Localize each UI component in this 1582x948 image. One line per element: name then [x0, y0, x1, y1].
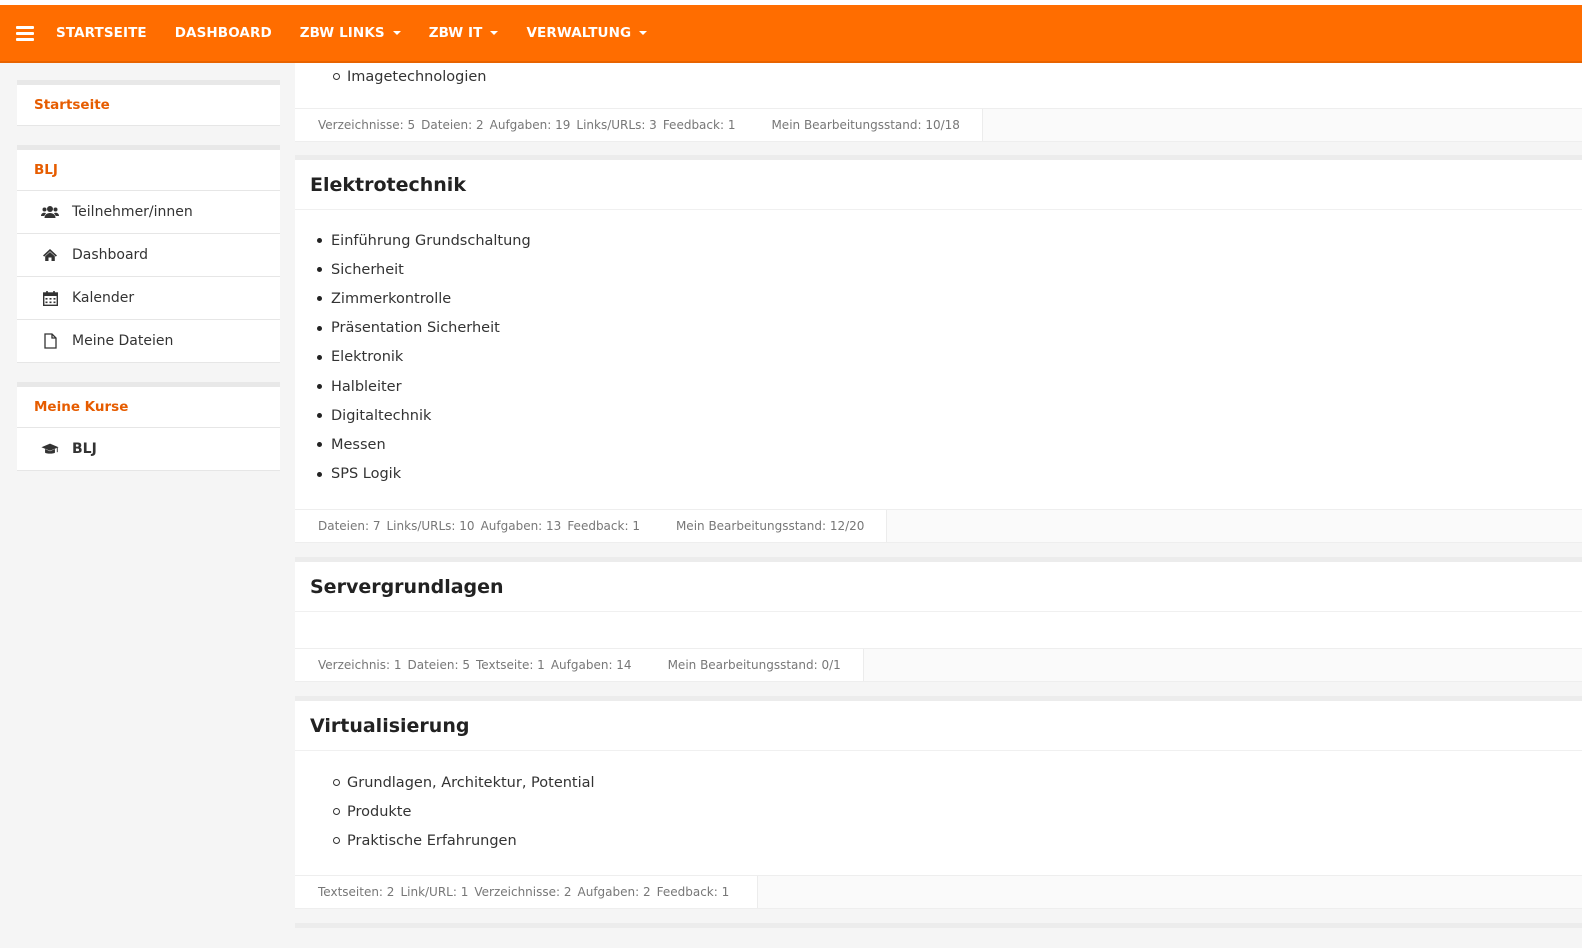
stat-item: Textseite: 1 [476, 658, 545, 672]
list-item: Digitaltechnik [317, 401, 1582, 430]
calendar-icon [41, 290, 59, 306]
section-title[interactable]: Servergrundlagen [295, 562, 1582, 612]
graduation-cap-icon [41, 441, 59, 457]
nav-label: STARTSEITE [56, 25, 147, 41]
activity-summary[interactable]: Verzeichnisse: 5 Dateien: 2 Aufgaben: 19… [295, 109, 983, 141]
caret-down-icon [639, 31, 648, 35]
nav-label: ZBW LINKS [299, 25, 385, 41]
section-item-list: Imagetechnologien [295, 63, 1582, 90]
list-item: Elektronik [317, 343, 1582, 372]
list-item: Produkte [333, 797, 1582, 826]
list-item: Sicherheit [317, 255, 1582, 284]
section-title[interactable]: Virtualisierung [295, 701, 1582, 751]
sidebar-item-dashboard[interactable]: Dashboard [17, 234, 280, 277]
list-item: Zimmerkontrolle [317, 284, 1582, 313]
sidebar-item-label: Kalender [72, 290, 135, 306]
file-icon [41, 333, 59, 349]
block-startseite: Startseite [17, 80, 280, 126]
stat-item: Link/URL: 1 [400, 885, 469, 899]
main-content: Imagetechnologien Verzeichnisse: 5 Datei… [295, 63, 1582, 948]
stat-item: Dateien: 2 [421, 118, 484, 132]
progress-status: Mein Bearbeitungsstand: 0/1 [667, 658, 841, 672]
list-item: Grundlagen, Architektur, Potential [333, 768, 1582, 797]
sidebar-item-meine-dateien[interactable]: Meine Dateien [17, 320, 280, 363]
section-summary-row: Dateien: 7 Links/URLs: 10 Aufgaben: 13 F… [295, 509, 1582, 543]
sidebar-item-label: Dashboard [72, 247, 148, 263]
nav-dashboard[interactable]: DASHBOARD [175, 25, 272, 41]
nav-verwaltung[interactable]: VERWALTUNG [526, 25, 648, 41]
sidebar-item-teilnehmer[interactable]: Teilnehmer/innen [17, 191, 280, 234]
list-item: SPS Logik [317, 460, 1582, 489]
list-item: Präsentation Sicherheit [317, 314, 1582, 343]
stat-item: Dateien: 7 [318, 519, 381, 533]
nav-label: DASHBOARD [174, 25, 272, 41]
stat-item: Aufgaben: 19 [489, 118, 571, 132]
top-navbar: STARTSEITE DASHBOARD ZBW LINKS ZBW IT VE… [0, 5, 1582, 63]
nav-label: VERWALTUNG [526, 25, 632, 41]
progress-status: Mein Bearbeitungsstand: 10/18 [771, 118, 960, 132]
sidebar-link-blj[interactable]: BLJ [17, 150, 280, 191]
section-summary-row: Verzeichnisse: 5 Dateien: 2 Aufgaben: 19… [295, 108, 1582, 142]
stat-item: Feedback: 1 [656, 885, 730, 899]
list-item: Messen [317, 430, 1582, 459]
hamburger-menu-icon[interactable] [16, 25, 34, 41]
list-item: Imagetechnologien [333, 63, 1582, 90]
section-divider [295, 923, 1582, 928]
stat-item: Aufgaben: 2 [577, 885, 651, 899]
sidebar-item-label: BLJ [72, 441, 97, 457]
stat-item: Aufgaben: 13 [480, 519, 562, 533]
progress-status: Mein Bearbeitungsstand: 12/20 [675, 519, 865, 533]
stat-item: Links/URLs: 3 [576, 118, 657, 132]
activity-summary[interactable]: Verzeichnis: 1 Dateien: 5 Textseite: 1 A… [295, 649, 864, 681]
stat-item: Dateien: 5 [407, 658, 471, 672]
block-meine-kurse: Meine Kurse BLJ [17, 382, 280, 471]
section-item-list: Grundlagen, Architektur, Potential Produ… [295, 751, 1582, 855]
stat-item: Feedback: 1 [567, 519, 640, 533]
sidebar-item-label: Teilnehmer/innen [72, 204, 193, 220]
section-summary-row: Textseiten: 2 Link/URL: 1 Verzeichnisse:… [295, 875, 1582, 909]
nav-label: ZBW IT [428, 25, 483, 41]
list-item: Praktische Erfahrungen [333, 826, 1582, 855]
caret-down-icon [490, 31, 499, 35]
section-item-list: Einführung Grundschaltung Sicherheit Zim… [295, 210, 1582, 489]
sidebar-item-course-blj[interactable]: BLJ [17, 428, 280, 471]
sidebar-item-kalender[interactable]: Kalender [17, 277, 280, 320]
stat-item: Aufgaben: 14 [550, 658, 632, 672]
home-icon [41, 247, 59, 263]
users-icon [41, 204, 59, 220]
stat-item: Verzeichnis: 1 [318, 658, 402, 672]
sidebar: Startseite BLJ Teilnehmer/innen Dashboar… [17, 80, 280, 490]
activity-summary[interactable]: Textseiten: 2 Link/URL: 1 Verzeichnisse:… [295, 876, 759, 908]
block-blj: BLJ Teilnehmer/innen Dashboard Kalender … [17, 145, 280, 363]
sidebar-link-meine-kurse[interactable]: Meine Kurse [17, 387, 280, 428]
sidebar-link-startseite[interactable]: Startseite [17, 85, 280, 126]
caret-down-icon [392, 31, 401, 35]
nav-zbw-it[interactable]: ZBW IT [429, 25, 499, 41]
section-elektrotechnik: Elektrotechnik Einführung Grundschaltung… [295, 155, 1582, 542]
stat-item: Links/URLs: 10 [386, 519, 475, 533]
sidebar-item-label: Meine Dateien [72, 333, 174, 349]
nav-startseite[interactable]: STARTSEITE [56, 25, 147, 41]
section-title[interactable]: Elektrotechnik [295, 160, 1582, 210]
stat-item: Feedback: 1 [662, 118, 736, 132]
list-item: Einführung Grundschaltung [317, 226, 1582, 255]
stat-item: Verzeichnisse: 2 [474, 885, 572, 899]
stat-item: Textseiten: 2 [318, 885, 395, 899]
list-item: Halbleiter [317, 372, 1582, 401]
stat-item: Verzeichnisse: 5 [318, 118, 416, 132]
activity-summary[interactable]: Dateien: 7 Links/URLs: 10 Aufgaben: 13 F… [295, 510, 888, 542]
section-summary-row: Verzeichnis: 1 Dateien: 5 Textseite: 1 A… [295, 648, 1582, 682]
nav-zbw-links[interactable]: ZBW LINKS [300, 25, 401, 41]
